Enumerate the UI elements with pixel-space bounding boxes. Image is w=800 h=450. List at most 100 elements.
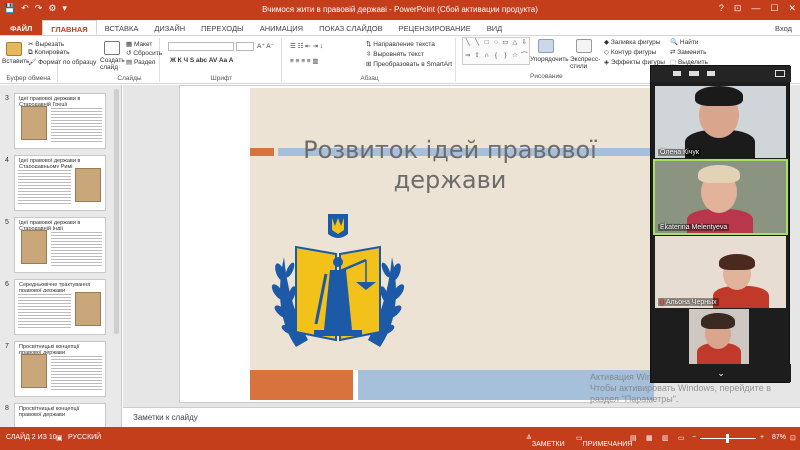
thumbnail-card[interactable]: Ідеї правової держави в Стародавній Інді… — [14, 217, 106, 273]
tab-file[interactable]: ФАЙЛ — [0, 20, 43, 35]
shape-arrow2-icon[interactable]: ⇧ — [472, 51, 481, 64]
shape-arrow-icon[interactable]: ⇒ — [463, 51, 472, 64]
shape-brace2-icon[interactable]: } — [501, 51, 510, 64]
slide-sorter-icon[interactable]: ▦ — [646, 434, 653, 442]
paste-button[interactable]: Вставить — [2, 58, 30, 65]
status-bar: СЛАЙД 2 ИЗ 10 ▣ РУССКИЙ ≙ ЗАМЕТКИ ▭ ПРИМ… — [0, 427, 800, 450]
panel-expand-icon[interactable] — [775, 70, 785, 77]
arrange-icon[interactable] — [538, 39, 554, 53]
thumbnail-slide-8[interactable]: 8 Просвітницькі концепції правової держа… — [0, 403, 122, 427]
shapes-gallery[interactable]: ╲ ╲ □ ○ ▭ △ ⇩ ⇒ ⇧ ∩{} ☆ ⌒ — [462, 37, 530, 65]
shape-more-icon[interactable]: ⇩ — [520, 38, 529, 51]
tab-view[interactable]: ВИД — [479, 20, 510, 35]
tab-slideshow[interactable]: ПОКАЗ СЛАЙДОВ — [311, 20, 391, 35]
thumbnail-card[interactable]: Ідеї правової держави в Стародавньому Ри… — [14, 155, 106, 211]
tab-home[interactable]: ГЛАВНАЯ — [42, 20, 97, 35]
tab-animation[interactable]: АНИМАЦИЯ — [252, 20, 311, 35]
shape-curve-icon[interactable]: ∩ — [482, 51, 491, 64]
shape-triangle-icon[interactable]: △ — [510, 38, 519, 51]
normal-view-icon[interactable]: ▤ — [630, 434, 637, 442]
copy-button[interactable]: ⧉ Копировать — [28, 49, 69, 57]
thumbnail-scrollbar[interactable] — [114, 89, 119, 334]
list-buttons[interactable]: ☰ ☷ ⇤ ⇥ ↕ — [290, 42, 323, 50]
smartart-button[interactable]: ⊞ Преобразовать в SmartArt — [366, 60, 452, 68]
font-name-combo[interactable] — [168, 42, 234, 51]
new-slide-button[interactable]: Создать слайд — [100, 57, 125, 71]
minimize-button[interactable]: — — [751, 3, 760, 14]
thumbnail-slide-6[interactable]: 6 Середньовічне трактування правової дер… — [0, 279, 122, 341]
tab-design[interactable]: ДИЗАЙН — [146, 20, 193, 35]
view-option-icon[interactable] — [707, 71, 715, 76]
language-indicator[interactable]: РУССКИЙ — [68, 434, 101, 441]
spellcheck-icon[interactable]: ▣ — [56, 434, 63, 442]
find-button[interactable]: 🔍 Найти — [670, 38, 698, 46]
align-buttons[interactable]: ≡ ≡ ≡ ≡ ▥ — [290, 57, 319, 65]
shape-oval-icon[interactable]: ○ — [491, 38, 500, 51]
replace-button[interactable]: ⇄ Заменить — [670, 48, 706, 56]
shape-line2-icon[interactable]: ╲ — [472, 38, 481, 51]
shape-brace-icon[interactable]: { — [491, 51, 500, 64]
tab-insert[interactable]: ВСТАВКА — [97, 20, 147, 35]
close-button[interactable]: ✕ — [788, 3, 796, 14]
help-icon[interactable]: ? — [719, 3, 724, 14]
participant-tile[interactable] — [689, 309, 749, 365]
current-slide[interactable]: Розвиток ідей правової держави — [179, 85, 654, 403]
shape-rect2-icon[interactable]: ▭ — [501, 38, 510, 51]
shape-star-icon[interactable]: ☆ — [510, 51, 519, 64]
zoom-level[interactable]: 87% — [772, 434, 786, 441]
thumbnail-card[interactable]: Середньовічне трактування правової держа… — [14, 279, 106, 335]
ribbon-tabs: ФАЙЛ ГЛАВНАЯ ВСТАВКА ДИЗАЙН ПЕРЕХОДЫ АНИ… — [0, 20, 800, 36]
quick-styles-button[interactable]: Экспресс-стили — [570, 56, 602, 70]
paste-icon[interactable] — [6, 42, 22, 56]
slide-notes-field[interactable]: Заметки к слайду — [123, 407, 800, 427]
participant-tile-active-speaker[interactable]: Ekaterina Melentyeva — [653, 159, 788, 235]
view-option-icon[interactable] — [689, 71, 699, 76]
zoom-out-icon[interactable]: − — [692, 434, 696, 441]
ribbon-display-icon[interactable]: ⊡ — [734, 3, 742, 14]
thumbnail-slide-4[interactable]: 4 Ідеї правової держави в Стародавньому … — [0, 155, 122, 217]
layout-button[interactable]: ▦ Макет — [126, 40, 152, 48]
section-button[interactable]: ▤ Раздел — [126, 58, 155, 66]
font-size-combo[interactable] — [236, 42, 254, 51]
thumbnail-slide-7[interactable]: 7 Просвітницькі концепції правової держа… — [0, 341, 122, 403]
reading-view-icon[interactable]: ▥ — [662, 434, 669, 442]
shape-line-icon[interactable]: ╲ — [463, 38, 472, 51]
thumbnail-card[interactable]: Просвітницькі концепції правової держави — [14, 403, 106, 427]
participant-tile[interactable]: ▮ Альона Черных — [655, 236, 786, 308]
arrange-button[interactable]: Упорядочить — [530, 56, 569, 63]
font-size-change-icons[interactable]: A⁺ A⁻ — [257, 42, 274, 50]
new-slide-icon[interactable] — [104, 41, 120, 55]
thumbnail-slide-3[interactable]: 3 Ідеї правової держави в Стародавній Гр… — [0, 93, 122, 155]
thumbnail-slide-5[interactable]: 5 Ідеї правової держави в Стародавній Ін… — [0, 217, 122, 279]
participant-tile[interactable]: Олена Кічук — [655, 86, 786, 158]
align-text-button[interactable]: ⇳ Выровнять текст — [366, 50, 424, 58]
find-label: Найти — [679, 39, 699, 46]
format-painter-button[interactable]: 🖌 Формат по образцу — [28, 58, 96, 66]
sign-in-link[interactable]: Вход — [767, 20, 800, 35]
shape-outline-button[interactable]: ◇ Контур фигуры — [604, 48, 656, 56]
thumbnail-card[interactable]: Просвітницькі концепції правової держави — [14, 341, 106, 397]
reset-button[interactable]: ↺ Сбросить — [126, 49, 162, 57]
zoom-slider-knob[interactable] — [726, 434, 729, 443]
quick-styles-icon[interactable] — [576, 39, 592, 53]
view-option-icon[interactable] — [673, 71, 681, 76]
shape-fill-button[interactable]: ◆ Заливка фигуры — [604, 38, 660, 46]
text-direction-button[interactable]: ⇅ Направление текста — [366, 40, 435, 48]
slide-title[interactable]: Розвиток ідей правової держави — [290, 135, 610, 195]
scroll-down-chevron-icon[interactable]: ⌄ — [651, 364, 791, 382]
shape-rect-icon[interactable]: □ — [482, 38, 491, 51]
slides-group: Создать слайд ▦ Макет ↺ Сбросить ▤ Разде… — [100, 38, 162, 82]
cut-button[interactable]: ✂ Вырезать — [28, 40, 64, 48]
slideshow-view-icon[interactable]: ▭ — [678, 434, 685, 442]
comments-button[interactable]: ▭ ПРИМЕЧАНИЯ — [576, 434, 632, 448]
font-format-buttons[interactable]: Ж К Ч S abc AV Aa A — [170, 57, 233, 64]
shape-misc-icon[interactable]: ⌒ — [520, 51, 529, 64]
zoom-in-icon[interactable]: + — [760, 434, 764, 441]
thumbnail-card[interactable]: Ідеї правової держави в Стародавній Грец… — [14, 93, 106, 149]
fit-to-window-icon[interactable]: ⊡ — [790, 434, 796, 442]
tab-transitions[interactable]: ПЕРЕХОДЫ — [193, 20, 252, 35]
maximize-button[interactable]: ☐ — [770, 3, 778, 14]
layout-label: Макет — [133, 41, 153, 48]
notes-button[interactable]: ≙ ЗАМЕТКИ — [526, 434, 565, 448]
tab-review[interactable]: РЕЦЕНЗИРОВАНИЕ — [391, 20, 479, 35]
